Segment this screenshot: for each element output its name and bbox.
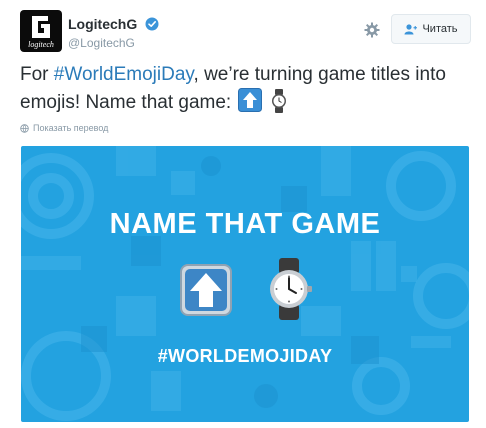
- avatar[interactable]: logitech: [20, 10, 62, 52]
- user-names: LogitechG @LogitechG: [68, 15, 159, 50]
- media-hashtag: #WORLDEMOJIDAY: [157, 346, 333, 366]
- up-arrow-emoji: [238, 88, 263, 112]
- logitech-g-logo-icon: [32, 16, 50, 38]
- tweet-text-before: For: [20, 64, 54, 85]
- gear-icon[interactable]: [364, 22, 380, 38]
- translate-link[interactable]: Показать перевод: [20, 123, 108, 133]
- avatar-wordmark: logitech: [28, 40, 54, 49]
- follow-button[interactable]: Читать: [391, 14, 471, 44]
- follow-label: Читать: [422, 23, 458, 35]
- user-handle[interactable]: @LogitechG: [68, 36, 159, 50]
- globe-icon: [20, 123, 29, 133]
- tweet-text: For #WorldEmojiDay, we’re turning game t…: [20, 62, 460, 116]
- watch-emoji-large: [270, 258, 312, 320]
- translate-label: Показать перевод: [33, 123, 109, 133]
- verified-badge-icon: [145, 17, 159, 31]
- media-title: NAME THAT GAME: [109, 208, 381, 240]
- display-name[interactable]: LogitechG: [68, 16, 137, 32]
- up-arrow-emoji-large: [180, 264, 232, 316]
- game-controller-pattern: [21, 146, 469, 421]
- tweet-header: logitech LogitechG @LogitechG Читать: [20, 10, 471, 54]
- add-user-icon: [404, 23, 418, 34]
- media-image[interactable]: NAME THAT GAME #WORLDEMOJIDAY: [21, 146, 469, 422]
- watch-emoji: [272, 89, 287, 113]
- hashtag-link[interactable]: #WorldEmojiDay: [54, 64, 194, 85]
